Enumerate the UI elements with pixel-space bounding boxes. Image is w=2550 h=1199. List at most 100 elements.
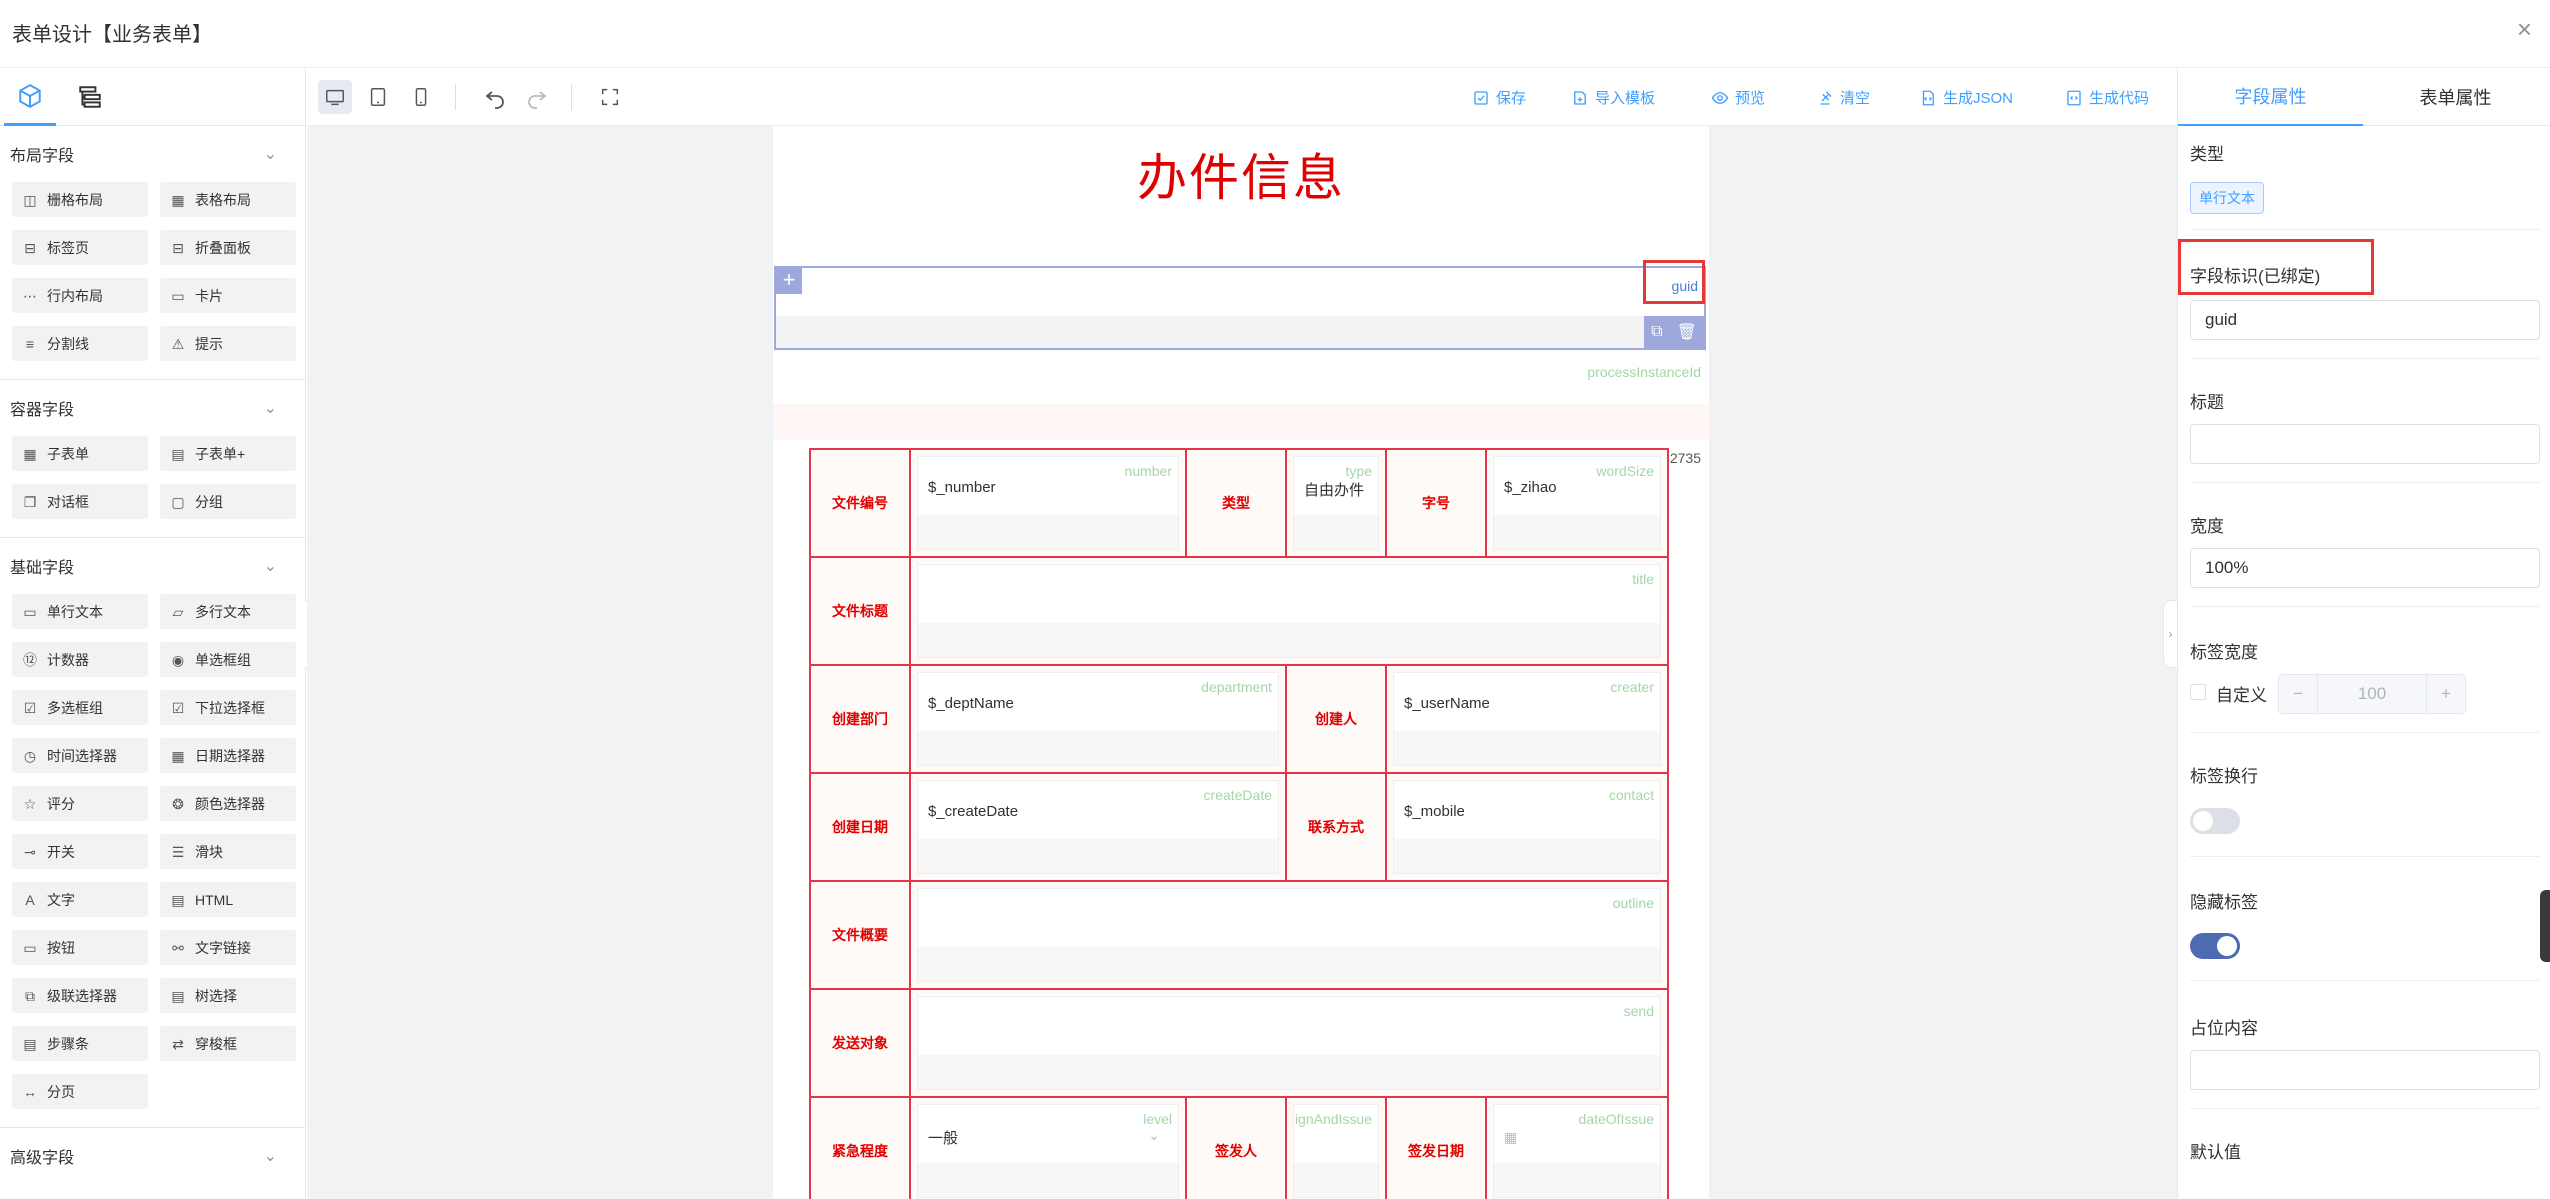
component-item[interactable]: ▦ 表格布局 xyxy=(160,182,296,217)
component-item[interactable]: ☆ 评分 xyxy=(12,786,148,821)
form-cell-field[interactable]: 自由办件 type xyxy=(1285,448,1387,558)
title-input[interactable] xyxy=(2190,424,2540,464)
tab-form-properties[interactable]: 表单属性 xyxy=(2363,68,2548,126)
form-cell-label[interactable]: 文件概要 xyxy=(809,880,911,990)
component-item[interactable]: ▭ 按钮 xyxy=(12,930,148,965)
floating-side-widget[interactable] xyxy=(2540,890,2550,962)
component-item[interactable]: ⚠ 提示 xyxy=(160,326,296,361)
device-desktop-button[interactable] xyxy=(318,80,352,114)
form-field-input[interactable]: $_deptName department xyxy=(917,672,1279,766)
form-cell-field[interactable]: $_zihao wordSize xyxy=(1485,448,1669,558)
component-item[interactable]: ◫ 栅格布局 xyxy=(12,182,148,217)
form-cell-field[interactable]: dateOfIssue ▦ xyxy=(1485,1096,1669,1199)
tab-field-properties[interactable]: 字段属性 xyxy=(2178,68,2363,126)
component-item[interactable]: ▭ 单行文本 xyxy=(12,594,148,629)
plus-icon[interactable]: + xyxy=(2427,675,2465,713)
component-item[interactable]: ▱ 多行文本 xyxy=(160,594,296,629)
component-item[interactable]: ❂ 颜色选择器 xyxy=(160,786,296,821)
component-item[interactable]: ▦ 日期选择器 xyxy=(160,738,296,773)
label-wrap-switch[interactable] xyxy=(2190,808,2240,834)
component-item[interactable]: ⋯ 行内布局 xyxy=(12,278,148,313)
redo-button[interactable] xyxy=(520,80,554,114)
chevron-down-icon[interactable]: ⌄ xyxy=(1148,1127,1160,1144)
form-field-input[interactable]: outline xyxy=(917,888,1661,982)
form-field-input[interactable]: dateOfIssue ▦ xyxy=(1493,1104,1661,1198)
undo-button[interactable] xyxy=(478,80,512,114)
form-cell-field[interactable]: $_number number xyxy=(909,448,1187,558)
form-cell-label[interactable]: 文件编号 xyxy=(809,448,911,558)
toolbar-action-button[interactable]: 保存 xyxy=(1472,87,1526,108)
form-field-input[interactable]: send xyxy=(917,996,1661,1090)
component-item[interactable]: ▤ HTML xyxy=(160,882,296,917)
section-header[interactable]: 容器字段 ⌄ xyxy=(8,380,297,436)
guid-field-selected[interactable]: + guid ⧉ 🗑 xyxy=(774,266,1706,350)
custom-label-width-checkbox[interactable] xyxy=(2190,684,2206,700)
form-cell-field[interactable]: outline xyxy=(909,880,1669,990)
form-cell-label[interactable]: 签发日期 xyxy=(1385,1096,1487,1199)
minus-icon[interactable]: − xyxy=(2279,675,2317,713)
component-item[interactable]: ⇄ 穿梭框 xyxy=(160,1026,296,1061)
collapse-right-panel-button[interactable]: › xyxy=(2163,600,2177,668)
form-field-input[interactable]: ignAndIssue xyxy=(1293,1104,1379,1198)
form-cell-field[interactable]: $_mobile contact xyxy=(1385,772,1669,882)
form-field-input[interactable]: $_createDate createDate xyxy=(917,780,1279,874)
component-item[interactable]: ▦ 子表单 xyxy=(12,436,148,471)
toolbar-action-button[interactable]: 导入模板 xyxy=(1571,87,1655,108)
form-cell-label[interactable]: 文件标题 xyxy=(809,556,911,666)
tab-outline-tree[interactable] xyxy=(64,68,116,126)
hidden-field-band[interactable] xyxy=(773,404,1709,440)
form-cell-label[interactable]: 字号 xyxy=(1385,448,1487,558)
toolbar-action-button[interactable]: 预览 xyxy=(1711,87,1765,108)
form-field-input[interactable]: 自由办件 type xyxy=(1293,456,1379,550)
component-item[interactable]: ⊸ 开关 xyxy=(12,834,148,869)
hide-label-switch[interactable] xyxy=(2190,933,2240,959)
form-title[interactable]: 办件信息 xyxy=(773,138,1709,210)
component-item[interactable]: ≡ 分割线 xyxy=(12,326,148,361)
width-input[interactable]: 100% xyxy=(2190,548,2540,588)
form-field-input[interactable]: $_zihao wordSize xyxy=(1493,456,1661,550)
copy-icon[interactable]: ⧉ xyxy=(1651,323,1662,341)
form-cell-label[interactable]: 签发人 xyxy=(1185,1096,1287,1199)
toolbar-action-button[interactable]: 生成代码 xyxy=(2065,87,2149,108)
component-item[interactable]: ⊟ 折叠面板 xyxy=(160,230,296,265)
close-icon[interactable]: × xyxy=(2517,14,2532,45)
drag-handle-icon[interactable]: + xyxy=(776,268,802,294)
form-cell-field[interactable]: ignAndIssue xyxy=(1285,1096,1387,1199)
form-cell-field[interactable]: $_createDate createDate xyxy=(909,772,1287,882)
form-cell-field[interactable]: $_userName creater xyxy=(1385,664,1669,774)
form-field-input[interactable]: title xyxy=(917,564,1661,658)
form-cell-field[interactable]: send xyxy=(909,988,1669,1098)
toolbar-action-button[interactable]: 生成JSON xyxy=(1919,87,2013,108)
component-item[interactable]: ▢ 分组 xyxy=(160,484,296,519)
section-header[interactable]: 基础字段 ⌄ xyxy=(8,538,297,594)
component-item[interactable]: ↔ 分页 xyxy=(12,1074,148,1109)
component-item[interactable]: ⑫ 计数器 xyxy=(12,642,148,677)
component-item[interactable]: ▤ 子表单+ xyxy=(160,436,296,471)
component-item[interactable]: A 文字 xyxy=(12,882,148,917)
component-item[interactable]: ❐ 对话框 xyxy=(12,484,148,519)
component-item[interactable]: ◉ 单选框组 xyxy=(160,642,296,677)
component-item[interactable]: ⧉ 级联选择器 xyxy=(12,978,148,1013)
device-tablet-button[interactable] xyxy=(361,80,395,114)
component-item[interactable]: ◷ 时间选择器 xyxy=(12,738,148,773)
form-field-input[interactable]: $_mobile contact xyxy=(1393,780,1661,874)
form-field-input[interactable]: 一般 level ⌄ xyxy=(917,1104,1179,1198)
component-item[interactable]: ☰ 滑块 xyxy=(160,834,296,869)
component-item[interactable]: ☑ 多选框组 xyxy=(12,690,148,725)
toolbar-action-button[interactable]: 清空 xyxy=(1816,87,1870,108)
form-cell-label[interactable]: 创建人 xyxy=(1285,664,1387,774)
delete-icon[interactable]: 🗑 xyxy=(1677,322,1697,342)
form-field-input[interactable]: $_number number xyxy=(917,456,1179,550)
component-item[interactable]: ▤ 树选择 xyxy=(160,978,296,1013)
calendar-icon[interactable]: ▦ xyxy=(1504,1129,1517,1146)
form-cell-label[interactable]: 创建日期 xyxy=(809,772,911,882)
section-header[interactable]: 布局字段 ⌄ xyxy=(8,126,297,182)
component-item[interactable]: ⊟ 标签页 xyxy=(12,230,148,265)
component-item[interactable]: ▤ 步骤条 xyxy=(12,1026,148,1061)
field-id-input[interactable]: guid xyxy=(2190,300,2540,340)
form-cell-label[interactable]: 类型 xyxy=(1185,448,1287,558)
form-cell-field[interactable]: $_deptName department xyxy=(909,664,1287,774)
form-cell-label[interactable]: 创建部门 xyxy=(809,664,911,774)
tab-components[interactable] xyxy=(4,68,56,126)
form-cell-label[interactable]: 联系方式 xyxy=(1285,772,1387,882)
